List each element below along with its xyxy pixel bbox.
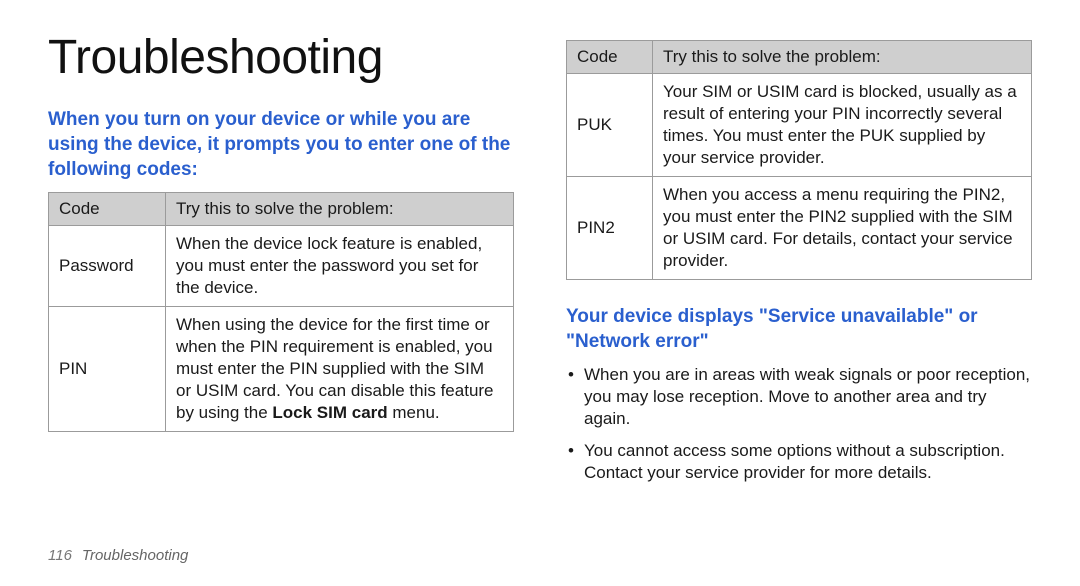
table-row: PIN When using the device for the first … — [49, 307, 514, 432]
table-row: Password When the device lock feature is… — [49, 226, 514, 307]
list-item: You cannot access some options without a… — [566, 440, 1032, 484]
page-number: 116 — [48, 547, 72, 564]
th-try: Try this to solve the problem: — [653, 41, 1032, 74]
try-cell: When the device lock feature is enabled,… — [166, 226, 514, 307]
codes-table-left: Code Try this to solve the problem: Pass… — [48, 192, 514, 432]
section2: Your device displays "Service unavailabl… — [566, 304, 1032, 484]
code-cell: PIN2 — [567, 177, 653, 280]
table-row: PIN2 When you access a menu requiring th… — [567, 177, 1032, 280]
right-column: Code Try this to solve the problem: PUK … — [566, 30, 1032, 494]
section1-heading: When you turn on your device or while yo… — [48, 107, 514, 182]
code-cell: Password — [49, 226, 166, 307]
codes-table-right-wrap: Code Try this to solve the problem: PUK … — [566, 40, 1032, 280]
try-text-bold: Lock SIM card — [272, 403, 387, 422]
page: Troubleshooting When you turn on your de… — [0, 0, 1080, 494]
footer-section: Troubleshooting — [82, 547, 188, 564]
code-cell: PIN — [49, 307, 166, 432]
try-cell: When you access a menu requiring the PIN… — [653, 177, 1032, 280]
page-footer: 116 Troubleshooting — [48, 547, 188, 564]
section2-bullets: When you are in areas with weak signals … — [566, 364, 1032, 484]
list-item: When you are in areas with weak signals … — [566, 364, 1032, 430]
codes-table-right: Code Try this to solve the problem: PUK … — [566, 40, 1032, 280]
try-text-suffix: menu. — [388, 403, 440, 422]
page-title: Troubleshooting — [48, 30, 514, 85]
try-cell: Your SIM or USIM card is blocked, usuall… — [653, 74, 1032, 177]
th-code: Code — [567, 41, 653, 74]
th-try: Try this to solve the problem: — [166, 193, 514, 226]
code-cell: PUK — [567, 74, 653, 177]
section2-heading: Your device displays "Service unavailabl… — [566, 304, 1032, 354]
left-column: Troubleshooting When you turn on your de… — [48, 30, 514, 494]
try-cell: When using the device for the first time… — [166, 307, 514, 432]
table-row: PUK Your SIM or USIM card is blocked, us… — [567, 74, 1032, 177]
th-code: Code — [49, 193, 166, 226]
